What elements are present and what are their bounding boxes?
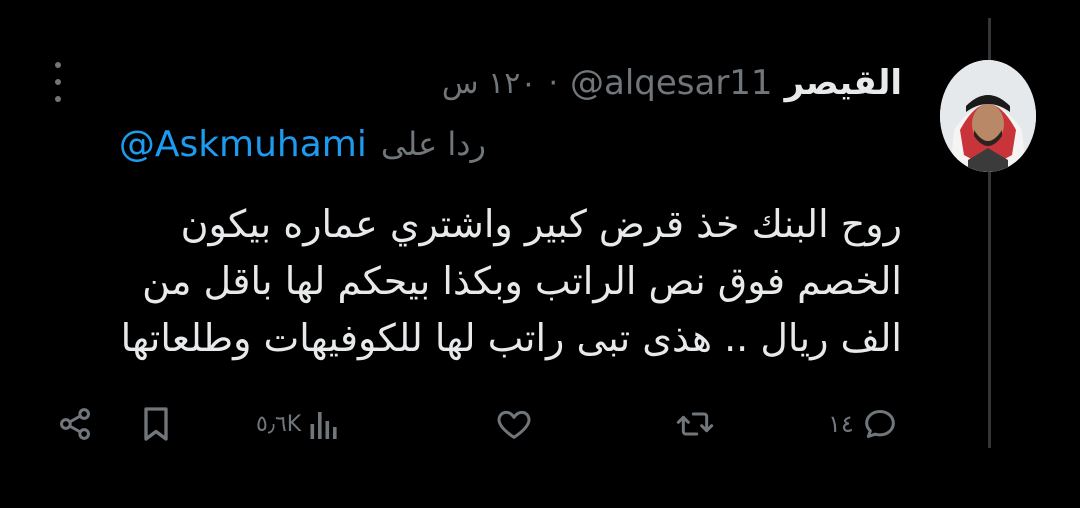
share-icon [60, 408, 90, 440]
reply-button[interactable]: ١٤ [828, 400, 900, 448]
reply-icon [864, 410, 895, 438]
tweet-text-line: الف ريال .. هذى تبى راتب لها للكوفيهات و… [120, 316, 902, 360]
display-name[interactable]: القيصر [785, 63, 902, 103]
tweet-text-line: الخصم فوق نص الراتب وبكذا بيحكم لها باقل… [142, 259, 902, 303]
share-button[interactable] [54, 400, 96, 448]
action-bar: ١٤ ٥٫٦K [0, 400, 1080, 448]
tweet-text-line: روح البنك خذ قرض كبير واشتري عماره بيكون [180, 202, 902, 246]
retweet-button[interactable] [674, 400, 722, 448]
user-handle[interactable]: @alqesar11 [570, 63, 773, 103]
reply-count: ١٤ [828, 410, 854, 438]
separator-dot: · [548, 65, 558, 101]
more-options-icon[interactable] [46, 62, 70, 102]
avatar[interactable] [940, 60, 1036, 172]
retweet-icon [676, 412, 714, 436]
avatar-image [940, 60, 1036, 172]
views-button[interactable]: ٥٫٦K [256, 400, 341, 448]
reply-to-handle[interactable]: @Askmuhami [119, 124, 367, 165]
tweet-time[interactable]: ١٢٠ س [442, 66, 537, 101]
reply-context: ردا على @Askmuhami [119, 118, 486, 170]
bookmark-icon [144, 407, 168, 441]
views-icon [310, 412, 337, 439]
tweet-text: روح البنك خذ قرض كبير واشتري عماره بيكون… [120, 196, 902, 367]
like-button[interactable] [494, 400, 540, 448]
tweet-header: القيصر @alqesar11 · ١٢٠ س [442, 58, 902, 108]
bookmark-button[interactable] [138, 400, 174, 448]
reply-prefix: ردا على [380, 125, 486, 163]
views-count: ٥٫٦K [256, 411, 302, 437]
like-icon [497, 410, 531, 439]
